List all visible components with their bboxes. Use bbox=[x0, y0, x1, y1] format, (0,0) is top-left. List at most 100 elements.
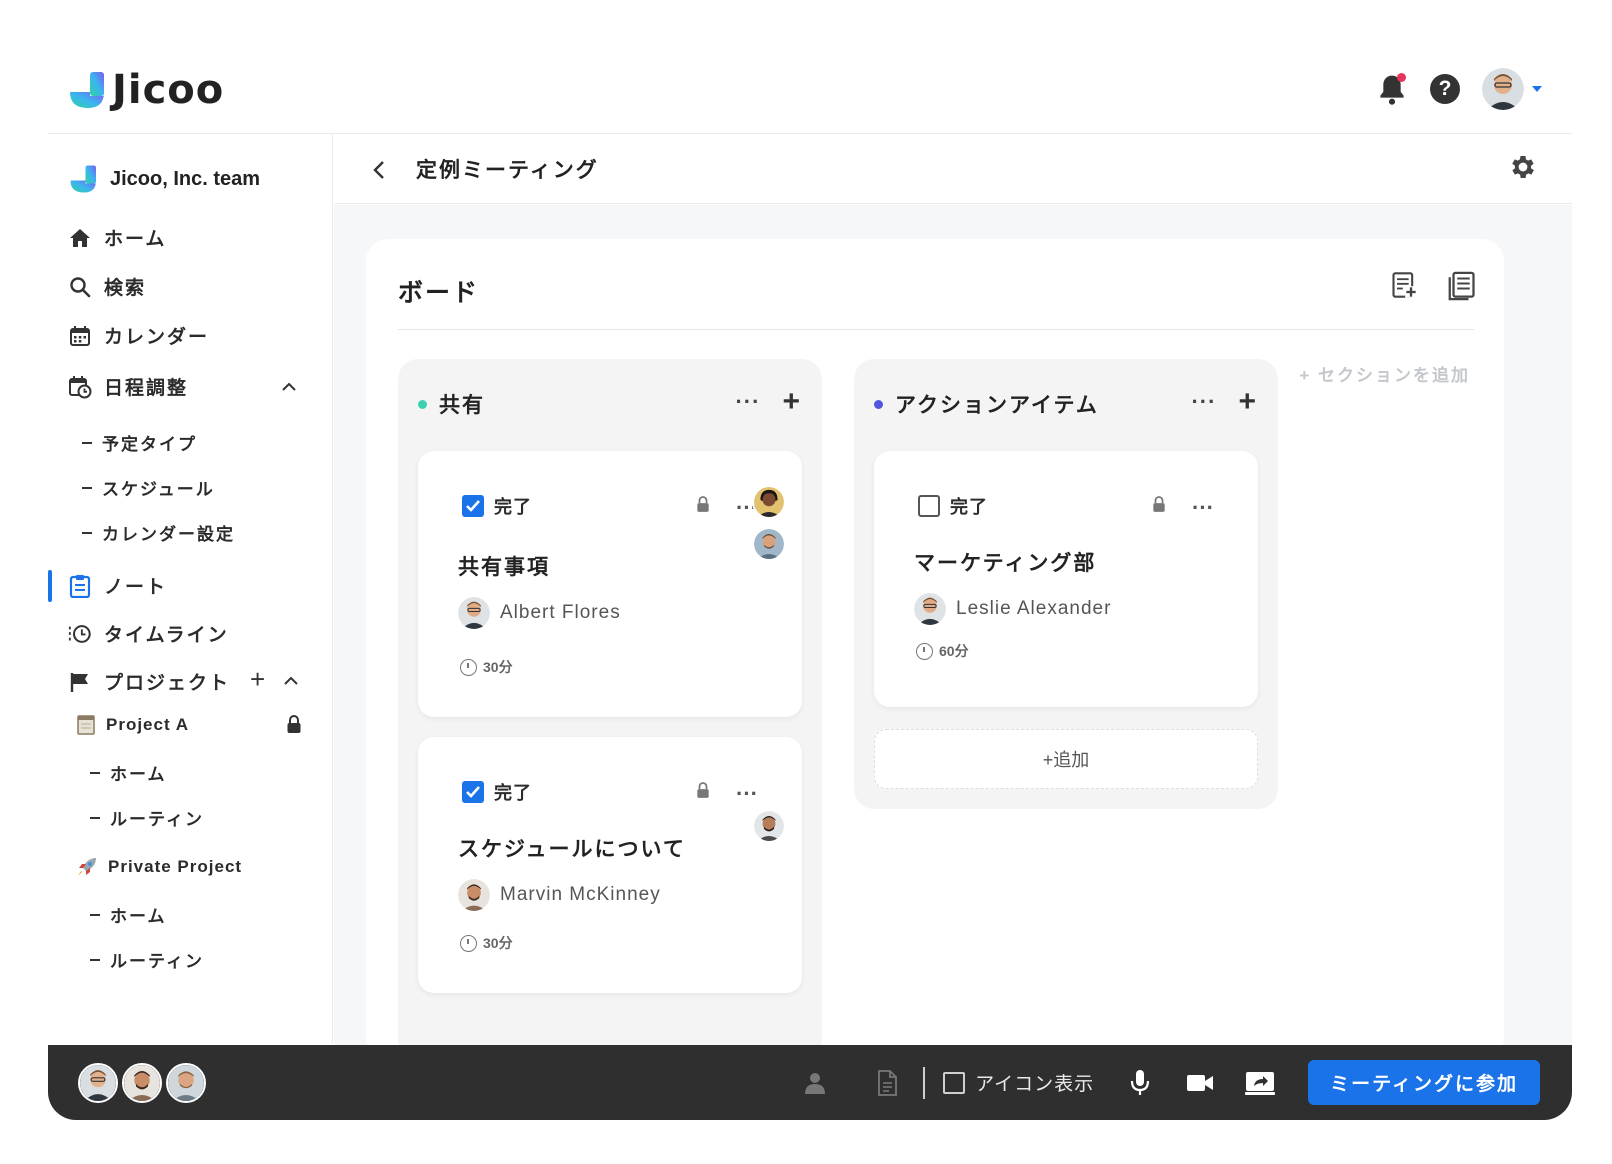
private-project-subitem-home[interactable]: ホーム bbox=[90, 902, 167, 927]
divider bbox=[923, 1066, 926, 1099]
sidebar-subitem-event-types[interactable]: 予定タイプ bbox=[82, 430, 197, 455]
card-assignee: Marvin McKinney bbox=[458, 879, 661, 911]
board-card[interactable]: 完了 ··· 共有事項 Albert Flores 30分 bbox=[418, 451, 802, 717]
divider bbox=[398, 329, 1474, 330]
participant-avatar[interactable] bbox=[78, 1063, 118, 1103]
more-options-icon[interactable]: ··· bbox=[736, 781, 758, 807]
card-assignee: Leslie Alexander bbox=[914, 593, 1111, 625]
team-logo-icon bbox=[70, 165, 96, 193]
presence-avatar bbox=[752, 485, 786, 519]
sidebar-item-projects[interactable]: プロジェクト bbox=[68, 668, 230, 695]
more-options-icon[interactable]: ··· bbox=[735, 391, 760, 413]
chevron-down-icon bbox=[1532, 86, 1542, 92]
duration-label: 30分 bbox=[483, 659, 513, 675]
duration-label: 30分 bbox=[483, 935, 513, 951]
participant-avatar[interactable] bbox=[166, 1063, 206, 1103]
participants-icon[interactable] bbox=[797, 1065, 833, 1101]
history-icon bbox=[68, 622, 92, 646]
status-label: 完了 bbox=[494, 783, 532, 803]
sidebar-item-label: プロジェクト bbox=[104, 673, 231, 694]
user-menu[interactable] bbox=[1482, 68, 1542, 110]
rocket-icon bbox=[78, 858, 96, 876]
participant-avatar[interactable] bbox=[122, 1063, 162, 1103]
assignee-avatar bbox=[458, 879, 490, 911]
sidebar-item-label: カレンダー bbox=[104, 327, 210, 348]
notification-bell-icon[interactable] bbox=[1376, 71, 1408, 107]
check-icon bbox=[466, 786, 480, 798]
icon-display-toggle[interactable]: アイコン表示 bbox=[943, 1069, 1094, 1096]
assignee-name: Leslie Alexander bbox=[956, 598, 1112, 619]
add-section-button[interactable]: + セクションを追加 bbox=[1299, 361, 1470, 386]
status-label: 完了 bbox=[950, 497, 988, 517]
clock-icon bbox=[460, 934, 477, 952]
calendar-clock-icon bbox=[68, 375, 92, 399]
content-area: ボード 共有 ··· + 完了 ··· 共有事項 Albert Flores 3… bbox=[334, 205, 1572, 1059]
assignee-name: Albert Flores bbox=[500, 602, 621, 623]
lock-icon bbox=[697, 496, 709, 512]
project-a-subitem-routine[interactable]: ルーティン bbox=[90, 805, 204, 830]
board-column-action-items: アクションアイテム ··· + 完了 ··· マーケティング部 Leslie A… bbox=[854, 359, 1278, 809]
sidebar-item-label: タイムライン bbox=[104, 625, 229, 646]
sidebar-item-scheduling[interactable]: 日程調整 bbox=[68, 373, 188, 400]
sidebar-subitem-calendar-settings[interactable]: カレンダー設定 bbox=[82, 520, 235, 545]
sidebar-item-timeline[interactable]: タイムライン bbox=[68, 620, 229, 647]
sidebar-item-label: ノート bbox=[104, 577, 168, 598]
board-panel: ボード 共有 ··· + 完了 ··· 共有事項 Albert Flores 3… bbox=[366, 239, 1504, 1059]
project-name: Private Project bbox=[108, 857, 243, 876]
icon-display-checkbox[interactable] bbox=[943, 1071, 966, 1094]
notes-list-icon[interactable] bbox=[1446, 271, 1476, 301]
microphone-icon[interactable] bbox=[1122, 1065, 1158, 1101]
check-icon bbox=[466, 500, 480, 512]
jicoo-logo[interactable]: Jicoo bbox=[70, 67, 224, 113]
active-indicator bbox=[48, 570, 52, 602]
flag-icon bbox=[68, 670, 92, 694]
lock-icon bbox=[1153, 496, 1165, 512]
video-camera-icon[interactable] bbox=[1182, 1065, 1218, 1101]
document-icon[interactable] bbox=[869, 1065, 905, 1101]
more-options-icon[interactable]: ··· bbox=[1192, 495, 1214, 521]
join-meeting-button[interactable]: ミーティングに参加 bbox=[1308, 1060, 1540, 1105]
sidebar-item-home[interactable]: ホーム bbox=[68, 224, 166, 251]
add-note-icon[interactable] bbox=[1390, 271, 1418, 299]
notification-badge bbox=[1397, 73, 1406, 82]
add-card-button[interactable]: +追加 bbox=[874, 729, 1258, 789]
add-card-button[interactable]: + bbox=[782, 387, 800, 417]
private-project-subitem-routine[interactable]: ルーティン bbox=[90, 947, 204, 972]
search-icon bbox=[68, 275, 92, 299]
column-title: アクションアイテム bbox=[895, 394, 1099, 417]
done-checkbox[interactable] bbox=[918, 495, 940, 517]
project-subitem-label: ホーム bbox=[110, 907, 167, 926]
add-card-button[interactable]: + bbox=[1238, 387, 1256, 417]
back-chevron-icon[interactable] bbox=[372, 160, 386, 180]
done-checkbox[interactable] bbox=[462, 781, 484, 803]
project-item-private[interactable]: Private Project bbox=[76, 856, 242, 878]
sidebar-item-search[interactable]: 検索 bbox=[68, 273, 146, 300]
help-icon[interactable]: ? bbox=[1430, 74, 1460, 104]
more-options-icon[interactable]: ··· bbox=[1191, 391, 1216, 413]
gear-icon[interactable] bbox=[1508, 152, 1538, 182]
column-color-dot bbox=[418, 399, 427, 409]
lock-icon bbox=[287, 715, 301, 733]
icon-display-label: アイコン表示 bbox=[975, 1074, 1095, 1095]
board-card[interactable]: 完了 ··· スケジュールについて Marvin McKinney 30分 bbox=[418, 737, 802, 993]
sidebar-subitem-schedule[interactable]: スケジュール bbox=[82, 475, 215, 500]
sidebar-item-label: ホーム bbox=[104, 229, 167, 250]
done-checkbox[interactable] bbox=[462, 495, 484, 517]
meeting-bar: アイコン表示 ミーティングに参加 bbox=[48, 1045, 1572, 1120]
project-subitem-label: ホーム bbox=[110, 765, 167, 784]
clock-icon bbox=[916, 642, 933, 660]
project-item-a[interactable]: Project A bbox=[76, 714, 189, 736]
card-assignee: Albert Flores bbox=[458, 597, 621, 629]
team-switcher[interactable]: Jicoo, Inc. team bbox=[70, 164, 260, 194]
sidebar-item-calendar[interactable]: カレンダー bbox=[68, 322, 209, 349]
project-a-subitem-home[interactable]: ホーム bbox=[90, 760, 167, 785]
board-card[interactable]: 完了 ··· マーケティング部 Leslie Alexander 60分 bbox=[874, 451, 1258, 707]
screen-share-icon[interactable] bbox=[1242, 1065, 1278, 1101]
chevron-up-icon[interactable] bbox=[282, 382, 296, 392]
chevron-up-icon[interactable] bbox=[284, 676, 298, 686]
column-color-dot bbox=[874, 399, 883, 409]
add-project-button[interactable]: + bbox=[250, 664, 265, 695]
column-title: 共有 bbox=[439, 394, 485, 417]
sidebar-item-notes[interactable]: ノート bbox=[68, 572, 167, 599]
notebook-icon bbox=[77, 715, 95, 735]
